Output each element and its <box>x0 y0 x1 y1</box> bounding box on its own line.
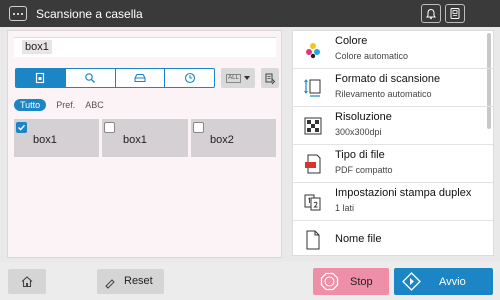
box-name: box1 <box>123 134 147 146</box>
menu-icon[interactable] <box>9 6 27 21</box>
resolution-icon <box>303 116 323 136</box>
setting-duplex-label: Impostazioni stampa duplex <box>335 187 472 199</box>
box-list: box1 box1 box2 <box>14 119 276 157</box>
setting-color[interactable]: Colore Colore automatico <box>293 31 493 69</box>
box-name: box1 <box>33 134 57 146</box>
stop-icon <box>320 272 339 296</box>
box-destination-value: box1 <box>22 40 52 54</box>
bottom-bar: Reset Stop Avvio <box>0 262 500 300</box>
start-button[interactable]: Avvio <box>394 268 493 295</box>
all-badge: ALL <box>226 73 241 83</box>
setting-file-type[interactable]: Tipo di file PDF compatto <box>293 145 493 183</box>
start-icon <box>402 272 421 296</box>
box-destination-field[interactable]: box1 <box>14 37 276 57</box>
setting-resolution-value: 300x300dpi <box>335 127 382 137</box>
box-filter-tabs: Tutto Pref. ABC <box>14 98 104 112</box>
setting-duplex-value: 1 lati <box>335 203 355 213</box>
tab-tray[interactable] <box>116 69 166 87</box>
box-item[interactable]: box1 <box>102 119 188 157</box>
setting-duplex[interactable]: Impostazioni stampa duplex 1 lati <box>293 183 493 221</box>
scan-size-icon <box>303 78 323 98</box>
bell-icon[interactable] <box>421 4 441 23</box>
setting-scan-size[interactable]: Formato di scansione Rilevamento automat… <box>293 69 493 107</box>
reset-button[interactable]: Reset <box>97 269 164 294</box>
index-dropdown[interactable]: ALL <box>221 68 255 88</box>
checkbox[interactable] <box>193 122 204 133</box>
setting-scan-size-label: Formato di scansione <box>335 73 441 85</box>
checkbox-checked[interactable] <box>16 122 27 133</box>
tray-icon <box>134 73 146 83</box>
setting-scan-size-value: Rilevamento automatico <box>335 89 432 99</box>
filter-all[interactable]: Tutto <box>14 99 47 111</box>
filter-abc[interactable]: ABC <box>85 100 104 110</box>
reset-label: Reset <box>124 275 153 287</box>
setting-file-type-value: PDF compatto <box>335 165 393 175</box>
network-status-icon[interactable] <box>445 4 465 23</box>
tab-recent[interactable] <box>165 69 214 87</box>
scan-settings-panel: Colore Colore automatico Formato di scan… <box>292 30 494 256</box>
sort-button[interactable] <box>261 68 279 88</box>
setting-file-name[interactable]: Nome file <box>293 221 493 255</box>
eraser-icon <box>104 276 116 294</box>
sort-icon <box>265 73 276 84</box>
tab-search[interactable] <box>66 69 116 87</box>
setting-file-type-label: Tipo di file <box>335 149 385 161</box>
setting-color-label: Colore <box>335 35 368 47</box>
home-icon <box>21 276 33 288</box>
box-item[interactable]: box2 <box>191 119 276 157</box>
start-label: Avvio <box>439 276 466 288</box>
check-icon <box>18 124 26 131</box>
top-bar: Scansione a casella <box>0 0 500 27</box>
setting-file-name-label: Nome file <box>335 233 382 245</box>
color-dots-icon <box>303 40 323 60</box>
setting-resolution[interactable]: Risoluzione 300x300dpi <box>293 107 493 145</box>
stop-button[interactable]: Stop <box>313 268 389 295</box>
box-type-icon <box>36 72 45 84</box>
setting-color-value: Colore automatico <box>335 51 409 61</box>
pdf-file-icon <box>303 154 323 174</box>
tab-box-type[interactable] <box>16 69 66 87</box>
checkbox[interactable] <box>104 122 115 133</box>
stop-label: Stop <box>350 276 373 288</box>
setting-resolution-label: Risoluzione <box>335 111 392 123</box>
file-icon <box>303 230 323 250</box>
clock-icon <box>184 72 195 84</box>
box-selection-panel: box1 ALL Tutto Pref. ABC box1 box1 box2 <box>7 30 282 258</box>
page-title: Scansione a casella <box>36 7 143 21</box>
search-icon <box>85 73 96 83</box>
home-button[interactable] <box>8 269 46 294</box>
duplex-icon <box>303 192 323 212</box>
box-name: box2 <box>210 134 234 146</box>
box-search-tabs <box>15 68 215 88</box>
chevron-down-icon <box>243 76 250 80</box>
box-item[interactable]: box1 <box>14 119 99 157</box>
filter-favorites[interactable]: Pref. <box>56 100 75 110</box>
